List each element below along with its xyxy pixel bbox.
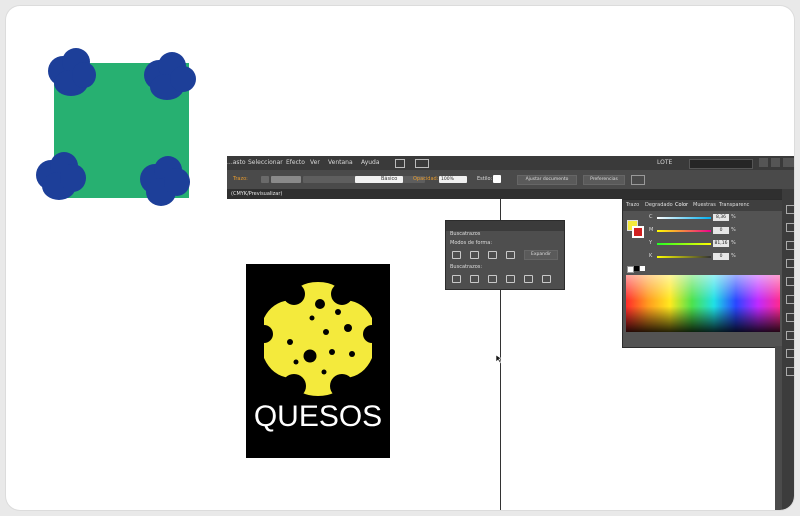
arrange-documents-icon[interactable] bbox=[415, 159, 429, 168]
dock-icon-7[interactable] bbox=[786, 313, 794, 322]
tab-trazo[interactable]: Trazo bbox=[626, 200, 639, 211]
trazo-label: Trazo: bbox=[233, 176, 248, 182]
dock-icon-1[interactable] bbox=[786, 205, 794, 214]
menu-item-ver[interactable]: Ver bbox=[310, 156, 320, 170]
channel-m-slider[interactable] bbox=[657, 230, 711, 232]
right-panel-dock bbox=[782, 189, 794, 510]
tab-muestras[interactable]: Muestras bbox=[693, 200, 716, 211]
bridge-icon[interactable] bbox=[395, 159, 405, 168]
channel-m-label: M bbox=[649, 227, 654, 233]
minus-front-icon[interactable] bbox=[470, 251, 479, 259]
menu-item-ayuda[interactable]: Ayuda bbox=[361, 156, 380, 170]
channel-y-pct: % bbox=[731, 240, 736, 246]
expandir-button[interactable]: Expandir bbox=[524, 250, 558, 260]
close-icon[interactable] bbox=[783, 158, 794, 167]
modos-de-forma-label: Modos de forma: bbox=[450, 240, 493, 246]
control-bar: Trazo: Básico Opacidad: 100% Estilo: Aju… bbox=[227, 170, 794, 189]
blue-blob-bottom-right bbox=[138, 154, 190, 206]
blue-blob-top-right bbox=[142, 52, 196, 104]
channel-y-slider[interactable] bbox=[657, 243, 711, 245]
content-card: ...asto Seleccionar Efecto Ver Ventana A… bbox=[6, 6, 794, 510]
document-tab[interactable]: (CMYK/Previsualizar) bbox=[231, 189, 282, 199]
search-input[interactable] bbox=[689, 159, 753, 169]
dock-icon-3[interactable] bbox=[786, 241, 794, 250]
pathfinder-title: Buscatrazos bbox=[450, 231, 481, 237]
pathfinder-panel-header bbox=[446, 221, 564, 231]
buscatrazos-label: Buscatrazos: bbox=[450, 264, 483, 270]
channel-m-pct: % bbox=[731, 227, 736, 233]
dock-icon-10[interactable] bbox=[786, 367, 794, 376]
pathfinder-panel: Buscatrazos Modos de forma: Expandir Bus… bbox=[445, 220, 565, 290]
minus-back-icon[interactable] bbox=[542, 275, 551, 283]
channel-k-slider[interactable] bbox=[657, 256, 711, 258]
exclude-icon[interactable] bbox=[506, 251, 515, 259]
channel-c-label: C bbox=[649, 214, 653, 220]
unite-icon[interactable] bbox=[452, 251, 461, 259]
dock-icon-2[interactable] bbox=[786, 223, 794, 232]
menu-bar: ...asto Seleccionar Efecto Ver Ventana A… bbox=[227, 156, 794, 170]
white-swatch[interactable] bbox=[640, 266, 645, 271]
blue-blob-bottom-left bbox=[34, 150, 86, 202]
cheese-icon bbox=[260, 282, 376, 398]
intersect-icon[interactable] bbox=[488, 251, 497, 259]
dock-icon-8[interactable] bbox=[786, 331, 794, 340]
dock-icon-9[interactable] bbox=[786, 349, 794, 358]
maximize-icon[interactable] bbox=[771, 158, 780, 167]
dock-icon-6[interactable] bbox=[786, 295, 794, 304]
channel-y-value[interactable]: 81,16 bbox=[713, 240, 729, 247]
channel-c-value[interactable]: 8,36 bbox=[713, 214, 729, 221]
menu-item-efecto[interactable]: Efecto bbox=[286, 156, 305, 170]
dock-icon-5[interactable] bbox=[786, 277, 794, 286]
mouse-cursor-icon bbox=[495, 354, 503, 364]
crop-icon[interactable] bbox=[506, 275, 515, 283]
variable-width-field[interactable] bbox=[303, 176, 363, 183]
stroke-weight-stepper[interactable] bbox=[261, 176, 269, 183]
document-tab-bar: (CMYK/Previsualizar) bbox=[227, 189, 794, 199]
divide-icon[interactable] bbox=[452, 275, 461, 283]
merge-icon[interactable] bbox=[488, 275, 497, 283]
channel-y-label: Y bbox=[649, 240, 653, 246]
dock-icon-4[interactable] bbox=[786, 259, 794, 268]
black-swatch[interactable] bbox=[634, 266, 639, 271]
none-swatch[interactable] bbox=[627, 266, 634, 273]
arrange-icon[interactable] bbox=[631, 175, 645, 185]
minimize-icon[interactable] bbox=[759, 158, 768, 167]
workspace-switcher[interactable]: LOTE bbox=[657, 156, 672, 170]
menu-item-ventana[interactable]: Ventana bbox=[328, 156, 353, 170]
channel-c-slider[interactable] bbox=[657, 217, 711, 219]
preferencias-button[interactable]: Preferencias bbox=[583, 175, 625, 185]
tab-color[interactable]: Color bbox=[675, 200, 688, 211]
channel-c-pct: % bbox=[731, 214, 736, 220]
channel-m-value[interactable]: 0 bbox=[713, 227, 729, 234]
quesos-logo: QUESOS bbox=[246, 264, 390, 458]
menu-item-seleccionar[interactable]: Seleccionar bbox=[248, 156, 283, 170]
graphic-style-swatch[interactable] bbox=[493, 175, 501, 183]
ajustar-documento-button[interactable]: Ajustar documento bbox=[517, 175, 577, 185]
estilo-label: Estilo: bbox=[477, 176, 493, 182]
blue-blob-top-left bbox=[44, 46, 96, 98]
trim-icon[interactable] bbox=[470, 275, 479, 283]
tab-degradado[interactable]: Degradado bbox=[645, 200, 673, 211]
stroke-weight-field[interactable] bbox=[271, 176, 301, 183]
menu-item-edit[interactable]: ...asto bbox=[227, 156, 246, 170]
color-panel: Trazo Degradado Color Muestras Transpare… bbox=[622, 199, 784, 348]
channel-k-label: K bbox=[649, 253, 653, 259]
opacity-field[interactable]: 100% bbox=[439, 176, 467, 183]
channel-k-value[interactable]: 0 bbox=[713, 253, 729, 260]
brush-label: Básico bbox=[381, 176, 398, 182]
opacidad-label: Opacidad: bbox=[413, 176, 439, 182]
tab-transparencia[interactable]: Transparenc bbox=[719, 200, 749, 211]
vertical-scrollbar[interactable] bbox=[775, 346, 782, 510]
color-panel-tabs: Trazo Degradado Color Muestras Transpare… bbox=[623, 200, 783, 211]
channel-k-pct: % bbox=[731, 253, 736, 259]
stroke-swatch[interactable] bbox=[632, 226, 644, 238]
outline-icon[interactable] bbox=[524, 275, 533, 283]
color-spectrum-highlight bbox=[626, 275, 780, 332]
logo-text: QUESOS bbox=[253, 400, 383, 433]
